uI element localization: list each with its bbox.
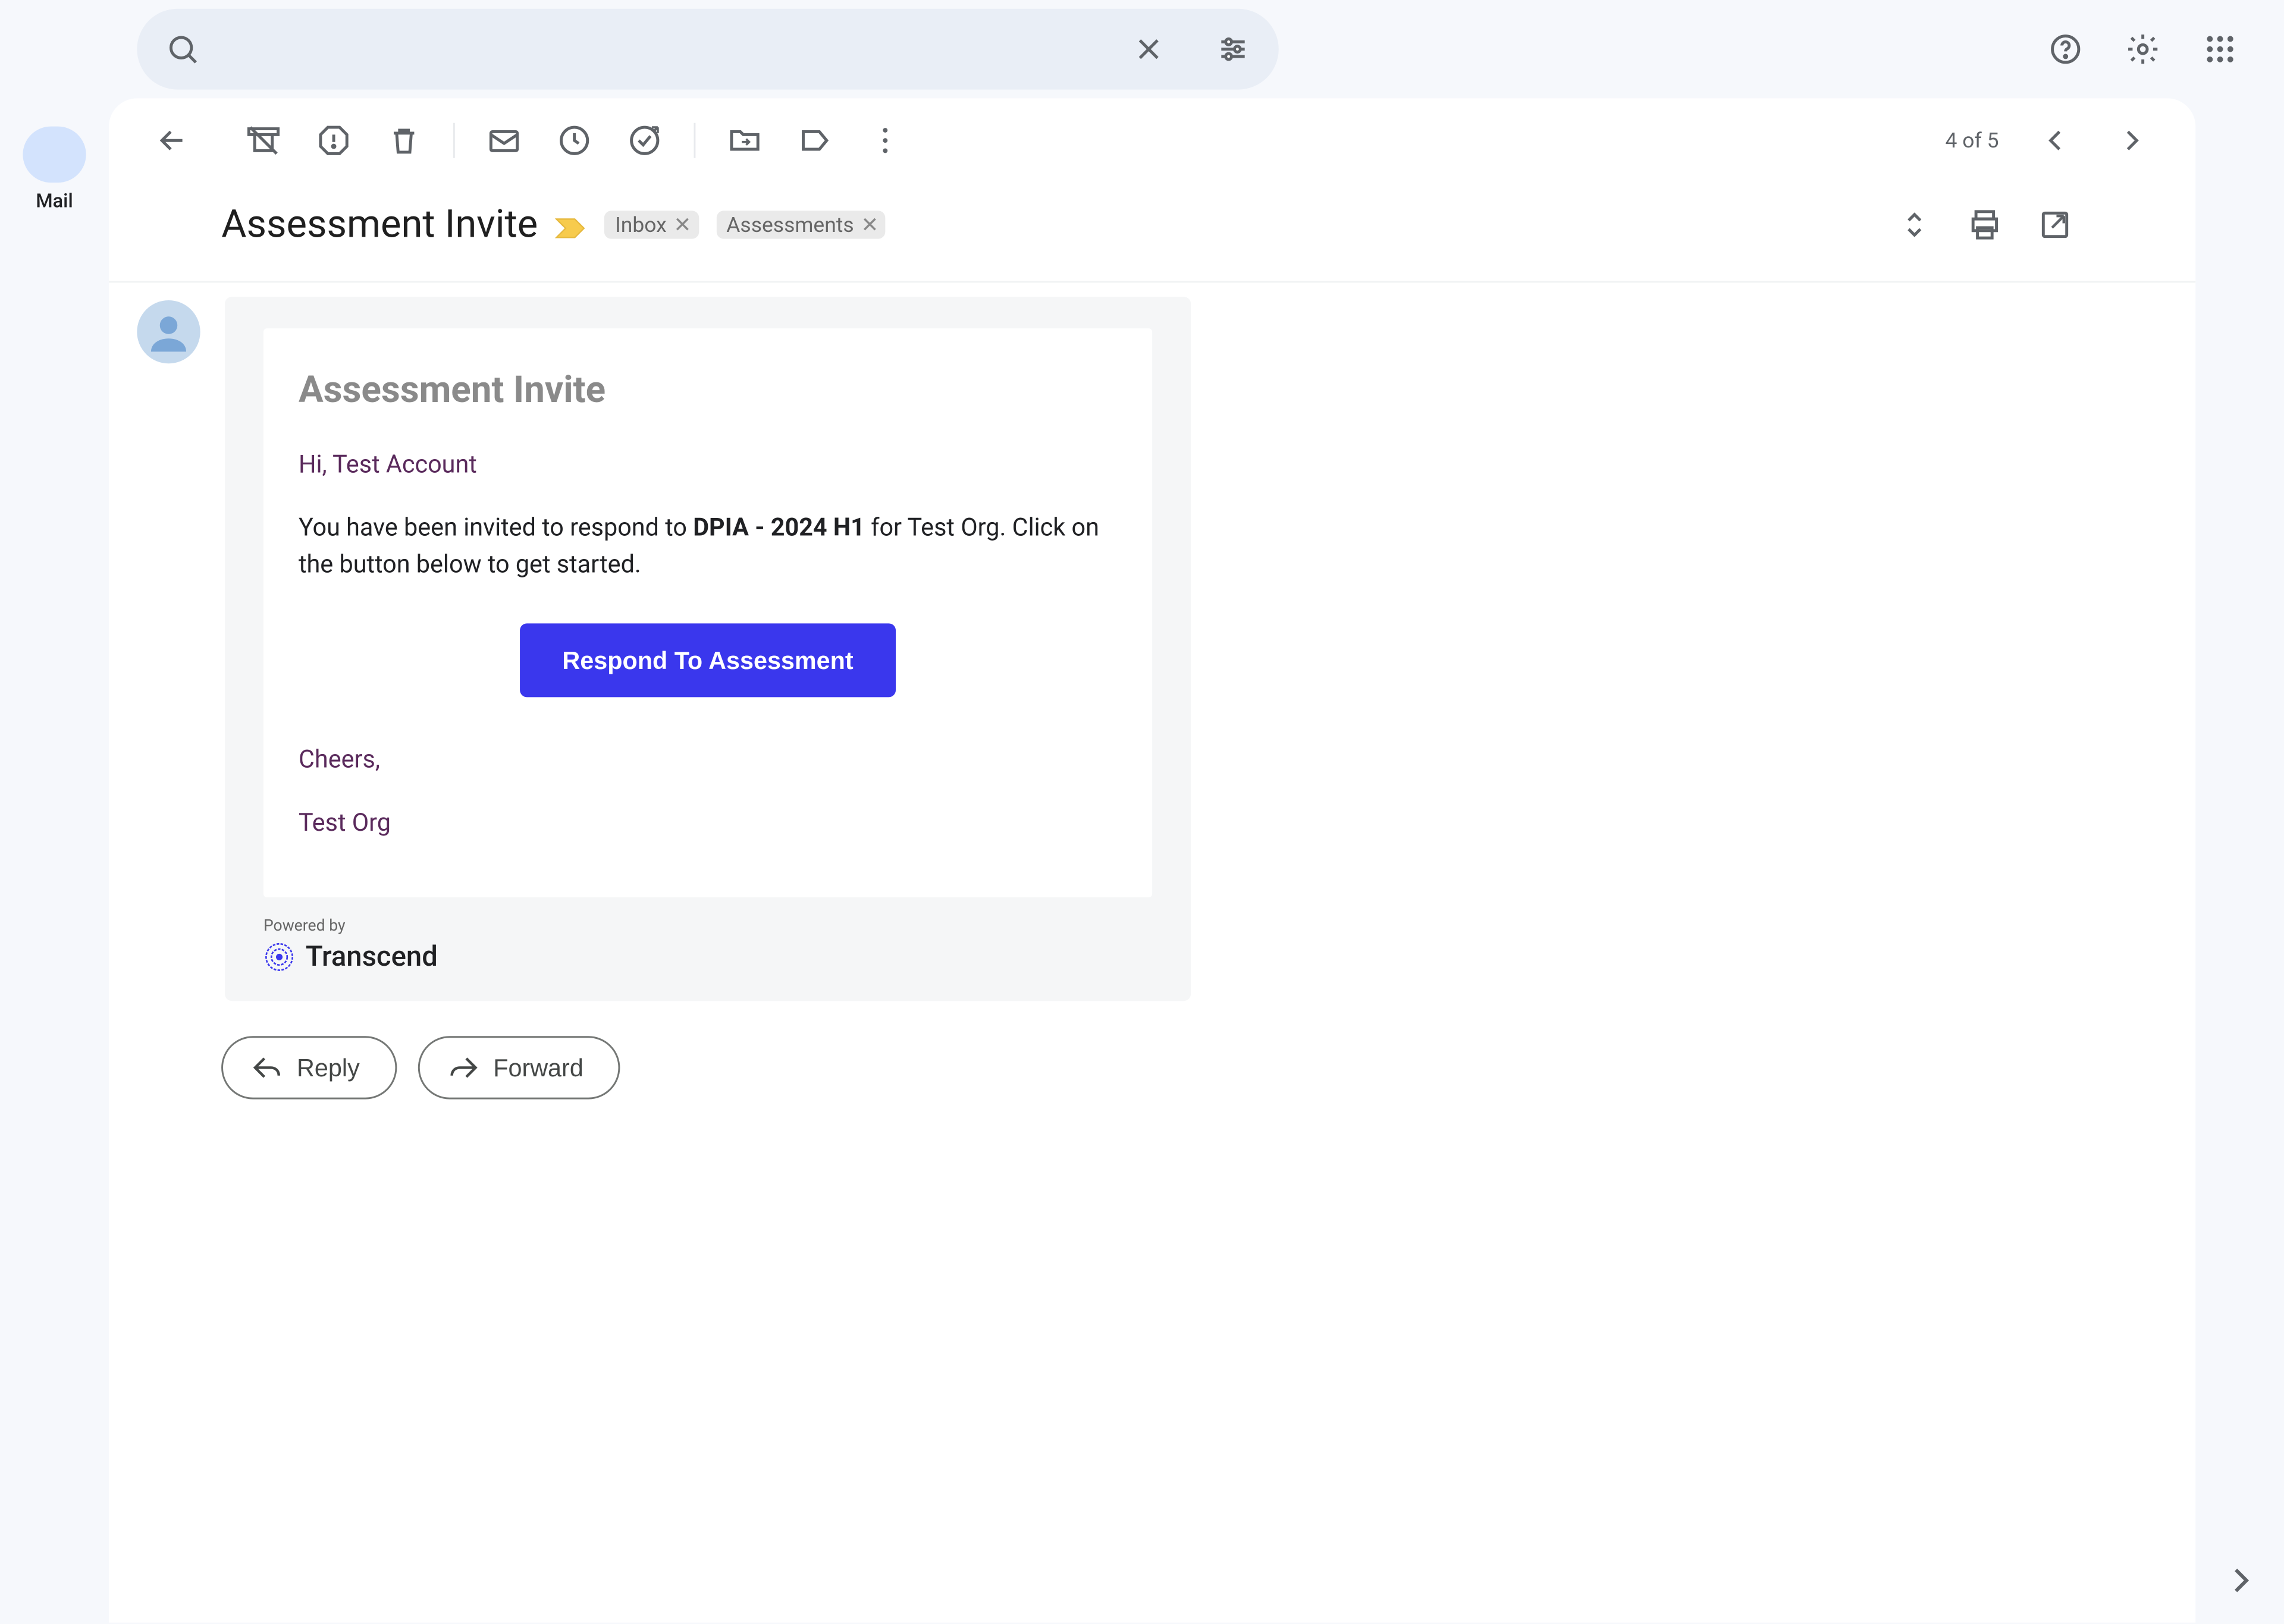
- add-task-icon[interactable]: [610, 105, 680, 175]
- subject-row: Assessment Invite Inbox ✕ Assessments ✕: [109, 183, 2195, 282]
- email-row: Assessment Invite Hi, Test Account You h…: [109, 282, 2195, 1014]
- email-inner-card: Assessment Invite Hi, Test Account You h…: [263, 328, 1152, 897]
- clear-search-icon[interactable]: [1113, 14, 1184, 84]
- toolbar-separator: [694, 123, 695, 158]
- expand-collapse-icon[interactable]: [1887, 197, 1943, 253]
- main-panel: 4 of 5 Assessment Invite Inbox ✕ Assessm…: [109, 98, 2195, 1622]
- powered-by-brand: Transcend: [306, 940, 438, 973]
- toolbar-separator: [453, 123, 455, 158]
- transcend-logo-icon: [263, 940, 295, 972]
- open-new-window-icon[interactable]: [2027, 197, 2083, 253]
- show-side-panel-icon[interactable]: [2220, 1559, 2263, 1601]
- search-bar[interactable]: [137, 9, 1278, 90]
- newer-icon[interactable]: [2020, 105, 2090, 175]
- email-body-text: You have been invited to respond to DPIA…: [299, 511, 1117, 585]
- reply-label: Reply: [297, 1054, 360, 1082]
- nav-mail-label: Mail: [36, 190, 73, 212]
- more-icon[interactable]: [850, 105, 920, 175]
- reply-actions-row: Reply Forward: [109, 1015, 2195, 1120]
- labels-icon[interactable]: [780, 105, 850, 175]
- powered-by-label: Powered by: [263, 918, 1152, 936]
- older-icon[interactable]: [2097, 105, 2167, 175]
- app-header: [0, 0, 2283, 98]
- email-heading: Assessment Invite: [299, 370, 1117, 413]
- search-icon[interactable]: [148, 14, 218, 84]
- label-assessments[interactable]: Assessments ✕: [716, 211, 886, 238]
- powered-by-brand-row: Transcend: [263, 940, 1152, 973]
- delete-icon[interactable]: [369, 105, 439, 175]
- label-text: Inbox: [615, 212, 667, 237]
- nav-mail[interactable]: Mail: [23, 127, 86, 213]
- move-to-icon[interactable]: [710, 105, 780, 175]
- email-sender-org: Test Org: [299, 799, 1117, 849]
- report-spam-icon[interactable]: [299, 105, 369, 175]
- nav-rail: Mail: [0, 98, 109, 212]
- snooze-icon[interactable]: [539, 105, 610, 175]
- email-subject: Assessment Invite: [221, 203, 538, 247]
- label-text: Assessments: [726, 212, 854, 237]
- mark-unread-icon[interactable]: [469, 105, 539, 175]
- print-icon[interactable]: [1957, 197, 2013, 253]
- forward-button[interactable]: Forward: [418, 1036, 620, 1099]
- message-toolbar: 4 of 5: [109, 98, 2195, 183]
- forward-label: Forward: [493, 1054, 583, 1082]
- respond-to-assessment-button[interactable]: Respond To Assessment: [520, 623, 896, 697]
- body-pre: You have been invited to respond to: [299, 514, 693, 542]
- apps-grid-icon[interactable]: [2185, 14, 2255, 84]
- reply-button[interactable]: Reply: [221, 1036, 397, 1099]
- body-bold: DPIA - 2024 H1: [693, 514, 865, 542]
- powered-by-footer: Powered by Transcend: [225, 897, 1191, 1001]
- sender-avatar[interactable]: [137, 300, 200, 363]
- archive-icon[interactable]: [228, 105, 299, 175]
- settings-icon[interactable]: [2108, 14, 2178, 84]
- back-icon[interactable]: [137, 105, 207, 175]
- remove-label-icon[interactable]: ✕: [861, 212, 879, 237]
- importance-marker-icon[interactable]: [556, 212, 587, 237]
- email-signoff: Cheers,: [299, 736, 1117, 785]
- email-body-card: Assessment Invite Hi, Test Account You h…: [225, 297, 1191, 1001]
- reply-icon: [251, 1052, 283, 1083]
- support-icon[interactable]: [2031, 14, 2101, 84]
- forward-icon: [447, 1052, 479, 1083]
- email-greeting: Hi, Test Account: [299, 451, 1117, 479]
- mail-icon: [23, 127, 86, 183]
- page-count: 4 of 5: [1946, 128, 1999, 153]
- search-options-icon[interactable]: [1198, 14, 1268, 84]
- search-input[interactable]: [232, 33, 1100, 65]
- remove-label-icon[interactable]: ✕: [674, 212, 692, 237]
- label-inbox[interactable]: Inbox ✕: [604, 211, 698, 238]
